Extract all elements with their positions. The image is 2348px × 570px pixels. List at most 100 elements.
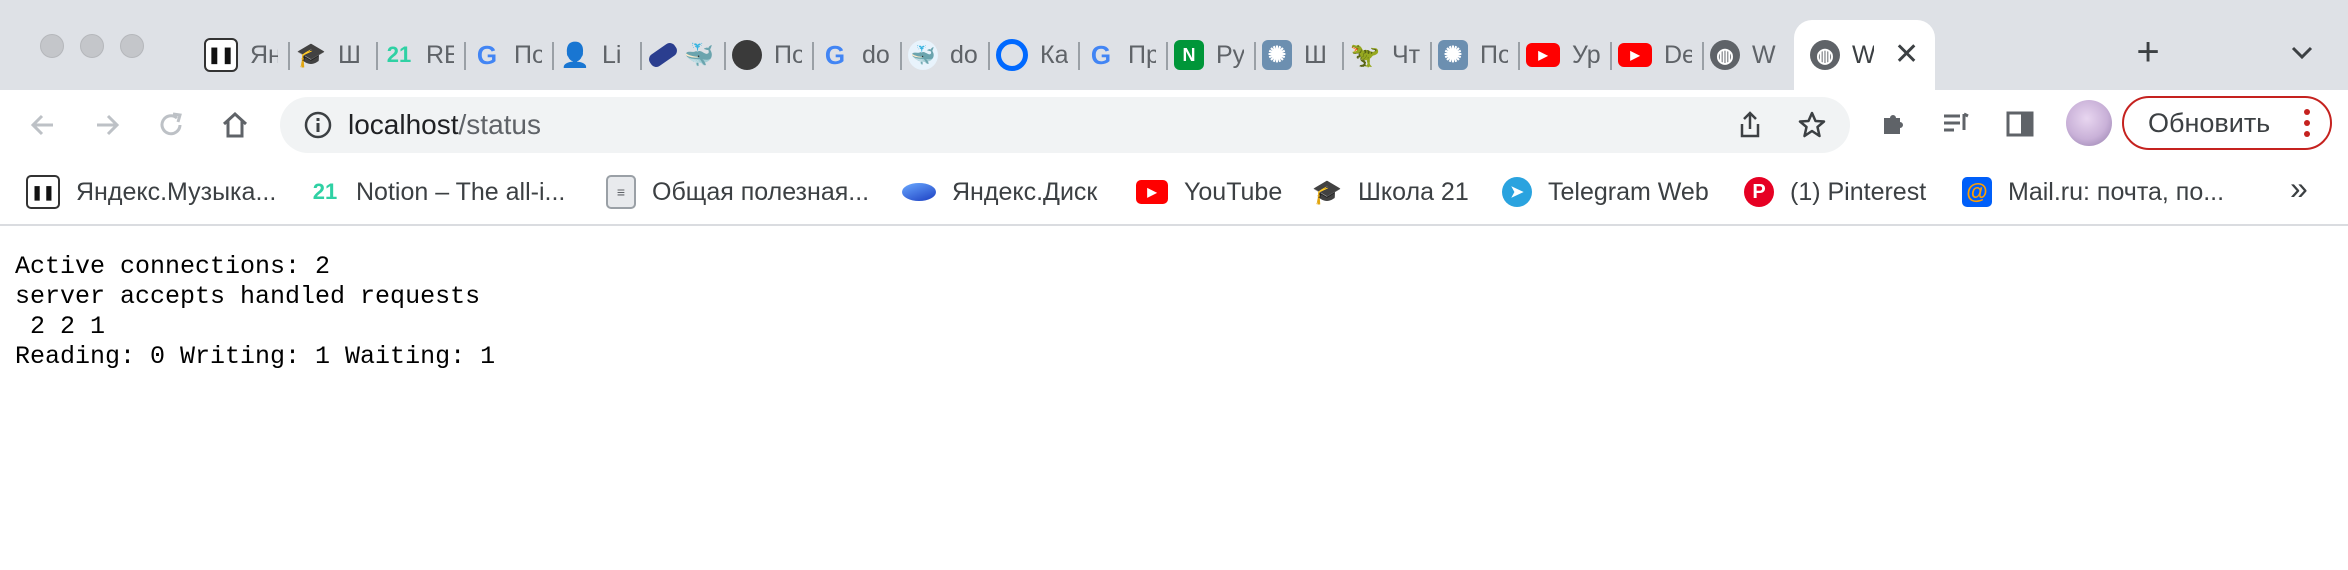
bookmark-item[interactable]: @ Mail.ru: почта, по...: [1962, 174, 2224, 210]
site-info-icon[interactable]: [302, 109, 334, 141]
bookmark-item[interactable]: ▶ YouTube: [1136, 174, 1282, 210]
tab-separator: [1342, 42, 1344, 70]
tab-separator: [724, 42, 726, 70]
tab[interactable]: ✺ Ш: [1254, 20, 1342, 90]
bookmark-label: (1) Pinterest: [1790, 177, 1927, 206]
bookmark-item[interactable]: P (1) Pinterest: [1744, 174, 1926, 210]
tab-separator: [1702, 42, 1704, 70]
tab-search-chevron-icon[interactable]: [2286, 36, 2318, 68]
tab[interactable]: 👤 Li: [552, 20, 640, 90]
bookmark-item[interactable]: Яндекс.Диск: [902, 174, 1097, 210]
tab-title: De: [1664, 40, 1692, 69]
tab-separator: [376, 42, 378, 70]
notion-21-icon: 21: [312, 179, 338, 204]
globe-icon: ◍: [1810, 40, 1840, 70]
arrow-right-icon: [97, 114, 120, 136]
nginx-status-text: Active connections: 2 server accepts han…: [15, 252, 496, 371]
tab-title: Ш: [1304, 40, 1327, 69]
google-icon: G: [1090, 39, 1112, 70]
google-icon: G: [476, 39, 498, 70]
tab-separator: [1518, 42, 1520, 70]
docker-whale-icon: 🐳: [684, 41, 714, 69]
tab[interactable]: По: [724, 20, 812, 90]
update-button[interactable]: Обновить: [2122, 96, 2332, 150]
bookmark-item[interactable]: ≡ Общая полезная...: [606, 174, 869, 210]
bookmark-label: YouTube: [1184, 177, 1283, 206]
tab[interactable]: G По: [464, 20, 552, 90]
bookmark-label: Notion – The all-i...: [356, 177, 566, 206]
tab-close-icon[interactable]: ✕: [1894, 40, 1919, 70]
bookmarks-bar: ❚❚ Яндекс.Музыка... 21 Notion – The all-…: [0, 160, 2348, 226]
tab-separator: [1078, 42, 1080, 70]
tab-title: Ш: [338, 40, 361, 69]
tab-separator: [464, 42, 466, 70]
tab[interactable]: 🦖 Чт: [1342, 20, 1430, 90]
tab-title: По: [514, 40, 542, 69]
extensions-puzzle-icon[interactable]: [1878, 108, 1910, 140]
home-button[interactable]: [212, 102, 258, 148]
tab-separator: [1610, 42, 1612, 70]
dino-icon: 🦖: [1350, 41, 1380, 69]
reload-icon: [160, 112, 182, 136]
school21-icon: 🎓: [1312, 178, 1342, 206]
docker-icon: 🐳: [908, 40, 938, 70]
bookmark-label: Школа 21: [1358, 177, 1469, 206]
bookmark-item[interactable]: 21 Notion – The all-i...: [310, 174, 566, 210]
tab-strip: ❚❚ Ян 🎓 Ш 21 RE G По 👤 Li 🐳 По G do 🐳 do…: [0, 0, 2348, 90]
nginx-icon: N: [1174, 40, 1204, 70]
tab[interactable]: ▶ De: [1610, 20, 1702, 90]
window-zoom-button[interactable]: [120, 34, 144, 58]
side-panel-icon[interactable]: [2004, 108, 2036, 140]
tab[interactable]: ✺ По: [1430, 20, 1518, 90]
media-queue-icon[interactable]: [1940, 108, 1972, 140]
bookmark-item[interactable]: ➤ Telegram Web: [1502, 174, 1709, 210]
tab-separator: [812, 42, 814, 70]
bookmark-label: Mail.ru: почта, по...: [2008, 177, 2225, 206]
tab[interactable]: 🐳: [640, 20, 724, 90]
tab[interactable]: G Пр: [1078, 20, 1166, 90]
tab-title: RE: [426, 40, 454, 69]
tab[interactable]: ▶ Ур: [1518, 20, 1610, 90]
url-path: /status: [458, 109, 541, 140]
linkedin-user-icon: 👤: [560, 41, 590, 69]
bookmark-item[interactable]: ❚❚ Яндекс.Музыка...: [26, 174, 276, 210]
tab[interactable]: G do: [812, 20, 900, 90]
tab-title: По: [1480, 40, 1508, 69]
profile-avatar[interactable]: [2066, 100, 2112, 146]
tab-title: Ур: [1572, 40, 1600, 69]
update-button-label: Обновить: [2148, 107, 2271, 138]
youtube-icon: ▶: [1526, 43, 1560, 67]
window-minimize-button[interactable]: [80, 34, 104, 58]
reload-button[interactable]: [148, 102, 194, 148]
tab[interactable]: N Py: [1166, 20, 1254, 90]
bookmark-star-icon[interactable]: [1796, 109, 1828, 141]
tab-title: Ка: [1040, 40, 1068, 69]
bookmark-item[interactable]: 🎓 Школа 21: [1312, 174, 1469, 210]
forward-button[interactable]: [84, 102, 130, 148]
tab-title: Пр: [1128, 40, 1156, 69]
google-icon: G: [824, 39, 846, 70]
tab[interactable]: ◍ W: [1702, 20, 1790, 90]
window-close-button[interactable]: [40, 34, 64, 58]
youtube-icon: ▶: [1618, 43, 1652, 67]
bookmark-label: Яндекс.Диск: [952, 177, 1098, 206]
tab[interactable]: 🐳 do: [900, 20, 988, 90]
back-button[interactable]: [20, 102, 66, 148]
tab-list: ❚❚ Ян 🎓 Ш 21 RE G По 👤 Li 🐳 По G do 🐳 do…: [196, 20, 1936, 90]
bookmarks-overflow-button[interactable]: »: [2290, 170, 2308, 207]
tab-separator: [640, 42, 642, 70]
notion-21-icon: 21: [386, 42, 412, 67]
tab-active[interactable]: ◍ W ✕: [1794, 20, 1936, 90]
tab[interactable]: ❚❚ Ян: [196, 20, 288, 90]
share-icon[interactable]: [1734, 109, 1766, 141]
tab-title: Ян: [250, 40, 278, 69]
school21-icon: 🎓: [296, 41, 326, 69]
youtube-icon: ▶: [1136, 180, 1168, 204]
tab[interactable]: 21 RE: [376, 20, 464, 90]
tab[interactable]: 🎓 Ш: [288, 20, 376, 90]
tab[interactable]: Ка: [988, 20, 1078, 90]
address-bar[interactable]: localhost/status: [280, 97, 1850, 153]
url-text[interactable]: localhost/status: [348, 109, 541, 141]
new-tab-button[interactable]: +: [2128, 30, 2168, 74]
pinterest-icon: P: [1744, 177, 1774, 207]
